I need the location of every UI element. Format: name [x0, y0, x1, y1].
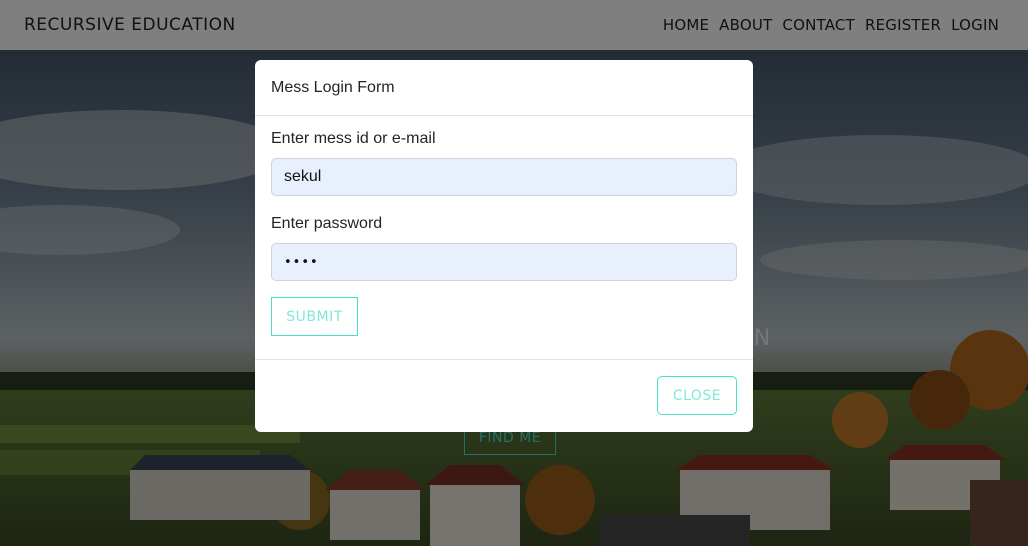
password-input[interactable] — [271, 243, 737, 281]
modal-title: Mess Login Form — [271, 78, 395, 96]
modal-header: Mess Login Form — [255, 60, 753, 116]
login-modal: Mess Login Form Enter mess id or e-mail … — [255, 60, 753, 432]
page: RECURSIVE EDUCATION HOME ABOUT CONTACT R… — [0, 0, 1028, 546]
submit-button[interactable]: SUBMIT — [271, 297, 358, 336]
modal-footer: CLOSE — [255, 360, 753, 431]
close-button[interactable]: CLOSE — [657, 376, 737, 415]
modal-body: Enter mess id or e-mail Enter password S… — [255, 116, 753, 360]
mess-id-input[interactable] — [271, 158, 737, 196]
mess-id-label: Enter mess id or e-mail — [271, 130, 436, 147]
password-label: Enter password — [271, 215, 383, 232]
